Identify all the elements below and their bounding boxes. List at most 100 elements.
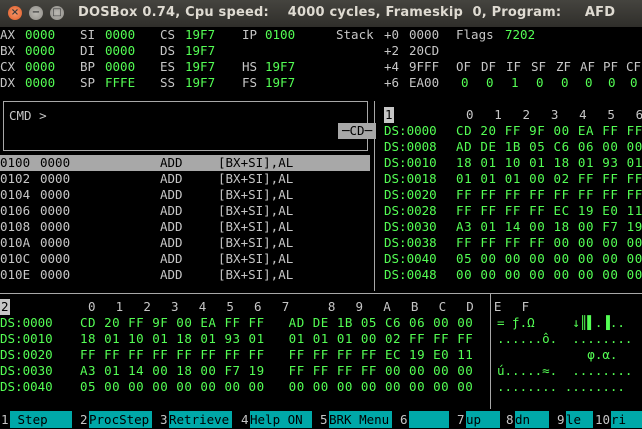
- stack-offset: +2: [384, 43, 400, 58]
- reg-dx: 0000: [25, 75, 56, 90]
- reg-ss: 19F7: [185, 75, 216, 90]
- reg-es-label: ES: [160, 59, 176, 74]
- disasm-mnemonic: ADD: [160, 235, 183, 250]
- close-button[interactable]: ×: [8, 6, 22, 20]
- reg-cs: 19F7: [185, 27, 216, 42]
- disasm-addr: 0106: [0, 203, 31, 218]
- stack-value: EA00: [409, 75, 440, 90]
- flag-name: DF: [481, 59, 497, 74]
- fkey-number: 5: [320, 412, 328, 427]
- memory-row-hex: 18 01 10 01 18 01 93 01: [456, 155, 642, 170]
- flag-name: OF: [456, 59, 472, 74]
- window-title: DOSBox 0.74, Cpu speed: 4000 cycles, Fra…: [78, 5, 616, 20]
- disasm-addr: 010C: [0, 251, 31, 266]
- reg-ax-label: AX: [0, 27, 16, 42]
- disasm-addr: 0100: [0, 155, 31, 170]
- stack-offset: +6: [384, 75, 400, 90]
- disasm-operands: [BX+SI],AL: [218, 155, 294, 170]
- reg-cx: 0000: [25, 59, 56, 74]
- fkey-number: 6: [400, 412, 408, 427]
- fkey-procstep[interactable]: ProcStep: [89, 411, 152, 428]
- memory-row-hex: FF FF FF FF 00 00 00 00: [456, 235, 642, 250]
- disasm-bytes: 0000: [40, 235, 71, 250]
- disasm-bytes: 0000: [40, 155, 71, 170]
- memory-row-hex: CD 20 FF 9F 00 EA FF FF AD DE 1B 05 C6 0…: [80, 315, 474, 330]
- disasm-bytes: 0000: [40, 171, 71, 186]
- memory-row-address: DS:0028: [384, 203, 437, 218]
- flag-name: PF: [603, 59, 619, 74]
- fkey-number: 9: [557, 412, 565, 427]
- flags-label: Flags: [456, 27, 494, 42]
- reg-cs-label: CS: [160, 27, 176, 42]
- memory-row-ascii: ........ ........: [497, 379, 625, 394]
- disasm-bytes: 0000: [40, 203, 71, 218]
- memory-row-hex: A3 01 14 00 18 00 F7 19 FF FF FF FF 00 0…: [80, 363, 474, 378]
- fkey-dn[interactable]: dn: [515, 411, 549, 428]
- disasm-operands: [BX+SI],AL: [218, 203, 294, 218]
- cmd-box[interactable]: CMD >: [3, 101, 368, 151]
- reg-fs-label: FS: [242, 75, 258, 90]
- disasm-mnemonic: ADD: [160, 219, 183, 234]
- memory-row-ascii: = ƒ.Ω ↓║▌.▐..: [497, 315, 625, 330]
- memory-row-address: DS:0008: [384, 139, 437, 154]
- fkey-brk-menu[interactable]: BRK Menu: [329, 411, 392, 428]
- fkey-number: 1: [1, 412, 9, 427]
- flag-value: 0: [585, 75, 593, 90]
- memory-row-hex: FF FF FF FF FF FF FF FF: [456, 187, 642, 202]
- flag-value: 0: [461, 75, 469, 90]
- minimize-button[interactable]: −: [29, 6, 43, 20]
- fkey-step[interactable]: Step: [10, 411, 72, 428]
- fkey-number: 8: [506, 412, 514, 427]
- fkey-number: 3: [160, 412, 168, 427]
- fkey-help-on[interactable]: Help ON: [250, 411, 312, 428]
- disasm-addr: 010E: [0, 267, 31, 282]
- reg-di: 0000: [105, 43, 136, 58]
- cmd-tag: ─CD─: [338, 123, 377, 139]
- flag-value: 1: [511, 75, 519, 90]
- fkey-retrieve[interactable]: Retrieve: [169, 411, 232, 428]
- maximize-button[interactable]: □: [50, 6, 64, 20]
- fkey-up[interactable]: up: [466, 411, 500, 428]
- memory-row-address: DS:0020: [384, 187, 437, 202]
- disasm-operands: [BX+SI],AL: [218, 219, 294, 234]
- reg-dx-label: DX: [0, 75, 16, 90]
- disasm-addr: 0104: [0, 187, 31, 202]
- window-titlebar: × − □ DOSBox 0.74, Cpu speed: 4000 cycle…: [0, 0, 642, 27]
- memory-row-address: DS:0030: [384, 219, 437, 234]
- memory-row-hex: A3 01 14 00 18 00 F7 19: [456, 219, 642, 234]
- memory-row-address: DS:0010: [384, 155, 437, 170]
- reg-sp-label: SP: [80, 75, 96, 90]
- disasm-operands: [BX+SI],AL: [218, 235, 294, 250]
- disasm-operands: [BX+SI],AL: [218, 267, 294, 282]
- flag-name: ZF: [556, 59, 572, 74]
- disasm-addr: 0102: [0, 171, 31, 186]
- memory-row-hex: 18 01 10 01 18 01 93 01 01 01 01 00 02 F…: [80, 331, 474, 346]
- memory-row-address: DS:0010: [0, 331, 53, 346]
- fkey-ri[interactable]: ri: [611, 411, 642, 428]
- reg-bx: 0000: [25, 43, 56, 58]
- reg-di-label: DI: [80, 43, 96, 58]
- memory-row-hex: FF FF FF FF EC 19 E0 11: [456, 203, 642, 218]
- reg-ax: 0000: [25, 27, 56, 42]
- reg-ds: 19F7: [185, 43, 216, 58]
- memory-row-address: DS:0048: [384, 267, 437, 282]
- reg-ss-label: SS: [160, 75, 176, 90]
- fkey-number: 4: [241, 412, 249, 427]
- disasm-bytes: 0000: [40, 251, 71, 266]
- flag-name: IF: [506, 59, 522, 74]
- disasm-operands: [BX+SI],AL: [218, 187, 294, 202]
- reg-es: 19F7: [185, 59, 216, 74]
- disasm-addr: 010A: [0, 235, 31, 250]
- flag-name: SF: [531, 59, 547, 74]
- stack-offset: +4: [384, 59, 400, 74]
- memory-column-header: 0 1 2 3 4 5 6 7 8 9 A B C D E F: [88, 299, 531, 314]
- fkey-empty[interactable]: [409, 411, 449, 428]
- flag-value: 0: [608, 75, 616, 90]
- fkey-le[interactable]: le: [566, 411, 593, 428]
- fkey-number: 2: [80, 412, 88, 427]
- stack-value: 9FFF: [409, 59, 440, 74]
- reg-hs-label: HS: [242, 59, 258, 74]
- memory-row-address: DS:0030: [0, 363, 53, 378]
- reg-fs: 19F7: [265, 75, 296, 90]
- flag-name: AF: [580, 59, 596, 74]
